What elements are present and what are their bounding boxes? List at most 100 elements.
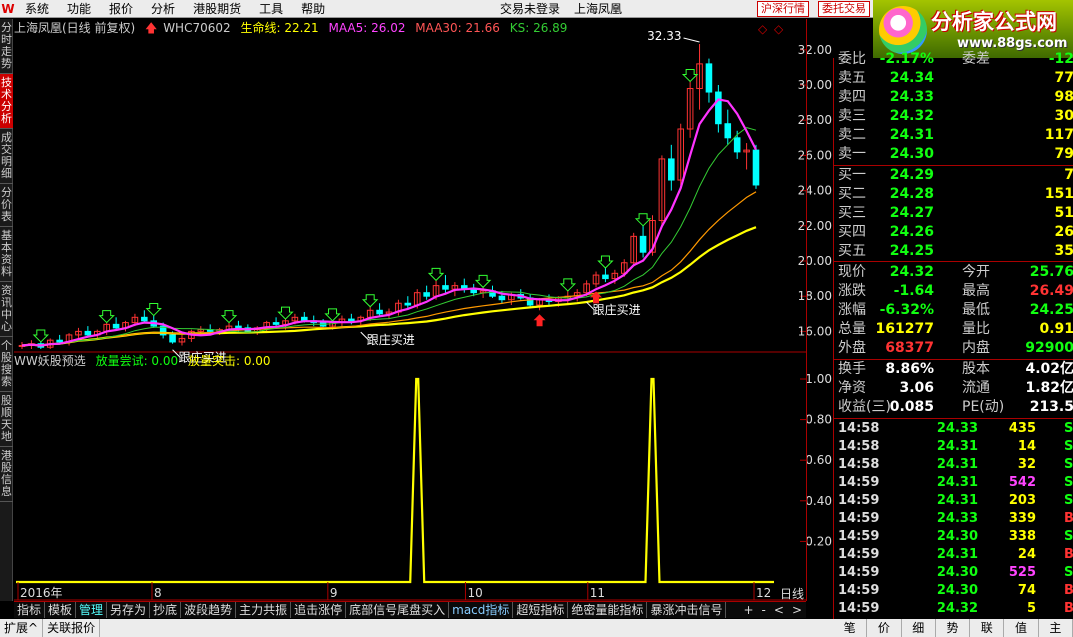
side-tab-price-table[interactable]: 分价表 bbox=[0, 184, 13, 227]
quote-tab-4[interactable]: 联 bbox=[970, 619, 1005, 637]
tab-indicator[interactable]: 指标 bbox=[14, 602, 46, 618]
tick-volume: 525 bbox=[1008, 565, 1036, 580]
period-label[interactable]: 日线 bbox=[780, 585, 804, 602]
menu-system[interactable]: 系统 bbox=[16, 0, 58, 18]
stat-l2: PE(动) bbox=[962, 399, 1005, 415]
tick-row[interactable]: 14:59 24.31 542 S bbox=[838, 474, 1073, 492]
tab-secret-volume[interactable]: 绝密量能指标 bbox=[568, 602, 648, 618]
indicator-name: WW妖股预选 bbox=[14, 354, 86, 368]
side-tab-stock-search[interactable]: 个股搜索 bbox=[0, 337, 13, 392]
menu-tools[interactable]: 工具 bbox=[250, 0, 292, 18]
sell-level-5[interactable]: 卖五 24.34 77 bbox=[838, 69, 1073, 88]
tick-volume: 339 bbox=[1008, 511, 1036, 526]
buy-level-5-volume: 35 bbox=[1054, 243, 1073, 259]
down-arrow-marker bbox=[277, 306, 294, 320]
quote-tab-0[interactable]: 笔 bbox=[833, 619, 868, 637]
tick-row[interactable]: 14:59 24.30 338 S bbox=[838, 528, 1073, 546]
linked-quote-button[interactable]: 关联报价 bbox=[43, 619, 101, 637]
menu-function[interactable]: 功能 bbox=[58, 0, 100, 18]
buy-level-1[interactable]: 买一 24.29 7 bbox=[838, 166, 1073, 185]
tab-wave-trend[interactable]: 波段趋势 bbox=[181, 602, 237, 618]
side-tab-hk-info[interactable]: 港股信息 bbox=[0, 447, 13, 502]
side-tab-trades[interactable]: 成交明细 bbox=[0, 129, 13, 184]
tab-macd[interactable]: macd指标 bbox=[449, 602, 514, 618]
price-tick-label: 16.00 bbox=[798, 324, 832, 338]
tick-row[interactable]: 14:59 24.30 525 S bbox=[838, 564, 1073, 582]
price-tick-label: 26.00 bbox=[798, 148, 832, 162]
signal-line bbox=[16, 377, 774, 584]
quote-tab-2[interactable]: 细 bbox=[902, 619, 936, 637]
tick-row[interactable]: 14:58 24.31 14 S bbox=[838, 438, 1073, 456]
tick-row[interactable]: 14:59 24.33 339 B bbox=[838, 510, 1073, 528]
tick-direction: S bbox=[1064, 457, 1073, 472]
tick-row[interactable]: 14:58 24.31 32 S bbox=[838, 456, 1073, 474]
tick-price: 24.31 bbox=[936, 439, 978, 454]
menu-hk-futures[interactable]: 港股期货 bbox=[184, 0, 250, 18]
sell-level-1-price: 24.30 bbox=[889, 146, 934, 162]
weibi-row: 委比 -2.17% 委差 -12 bbox=[838, 50, 1073, 69]
side-tab-minute-chart[interactable]: 分时走势 bbox=[0, 19, 13, 74]
stat-l2: 最低 bbox=[962, 302, 990, 318]
stat-v2: 0.91 bbox=[1039, 321, 1073, 337]
date-tick-label: 11 bbox=[590, 586, 605, 600]
buy-level-1-volume: 7 bbox=[1064, 167, 1073, 183]
sell-level-3[interactable]: 卖三 24.32 30 bbox=[838, 107, 1073, 126]
tab-ultra-short[interactable]: 超短指标 bbox=[513, 602, 569, 618]
candle-body bbox=[705, 63, 713, 93]
kline-chart[interactable]: 跟庄买进跟庄买进跟庄买进32.33 32.0030.0028.0026.0024… bbox=[14, 19, 834, 601]
sell-level-4[interactable]: 卖四 24.33 98 bbox=[838, 88, 1073, 107]
menu-analysis[interactable]: 分析 bbox=[142, 0, 184, 18]
signal-tick-label: 0.40 bbox=[805, 494, 832, 508]
tab-bottom-fishing[interactable]: 抄底 bbox=[150, 602, 182, 618]
tab-bottom-signal[interactable]: 底部信号尾盘买入 bbox=[346, 602, 450, 618]
sell-level-5-label: 卖五 bbox=[838, 70, 866, 86]
expand-button[interactable]: 扩展^ bbox=[0, 619, 44, 637]
sell-level-2[interactable]: 卖二 24.31 117 bbox=[838, 126, 1073, 145]
candle-body bbox=[423, 292, 430, 297]
sell-level-1[interactable]: 卖一 24.30 79 bbox=[838, 145, 1073, 164]
menu-quote[interactable]: 报价 bbox=[100, 0, 142, 18]
zoom-in-button[interactable]: + bbox=[739, 603, 757, 617]
tick-row[interactable]: 14:59 24.31 24 B bbox=[838, 546, 1073, 564]
scroll-right-button[interactable]: > bbox=[788, 603, 806, 617]
shhk-market-button[interactable]: 沪深行情 bbox=[757, 1, 809, 17]
tab-surge-signal[interactable]: 暴涨冲击信号 bbox=[647, 602, 727, 618]
tick-row[interactable]: 14:59 24.32 5 B bbox=[838, 600, 1073, 618]
quote-tab-1[interactable]: 价 bbox=[867, 619, 902, 637]
sell-level-3-price: 24.32 bbox=[889, 108, 934, 124]
tick-row[interactable]: 14:59 24.31 203 S bbox=[838, 492, 1073, 510]
trade-button[interactable]: 委托交易 bbox=[818, 1, 870, 17]
buy-level-5[interactable]: 买五 24.25 35 bbox=[838, 242, 1073, 261]
scroll-left-button[interactable]: < bbox=[770, 603, 788, 617]
tab-template[interactable]: 模板 bbox=[45, 602, 77, 618]
quote-tab-3[interactable]: 势 bbox=[936, 619, 971, 637]
buy-label-2: 跟庄买进 bbox=[367, 332, 415, 347]
tab-manage[interactable]: 管理 bbox=[76, 602, 108, 618]
buy-level-4[interactable]: 买四 24.26 26 bbox=[838, 223, 1073, 242]
side-tab-news[interactable]: 资讯中心 bbox=[0, 282, 13, 337]
tab-limit-chase[interactable]: 追击涨停 bbox=[291, 602, 347, 618]
tab-save-as[interactable]: 另存为 bbox=[107, 602, 151, 618]
tick-row[interactable]: 14:58 24.33 435 S bbox=[838, 420, 1073, 438]
weibi-value: -2.17% bbox=[879, 51, 934, 67]
zoom-out-button[interactable]: - bbox=[758, 603, 770, 617]
quote-tab-6[interactable]: 主 bbox=[1039, 619, 1073, 637]
tab-main-resonance[interactable]: 主力共振 bbox=[236, 602, 292, 618]
side-tab-technical[interactable]: 技术分析 bbox=[0, 74, 13, 129]
login-status[interactable]: 交易未登录 bbox=[500, 0, 560, 18]
menu-help[interactable]: 帮助 bbox=[292, 0, 334, 18]
side-tab-fundamentals[interactable]: 基本资料 bbox=[0, 227, 13, 282]
buy-level-2[interactable]: 买二 24.28 151 bbox=[838, 185, 1073, 204]
quote-tab-5[interactable]: 值 bbox=[1004, 619, 1039, 637]
sell-level-2-label: 卖二 bbox=[838, 127, 866, 143]
stat-row-6: 净资 3.06 流通 1.82亿 bbox=[838, 379, 1073, 398]
down-arrow-marker bbox=[681, 68, 699, 83]
side-tab-community[interactable]: 股顺天地 bbox=[0, 392, 13, 447]
tick-volume: 203 bbox=[1008, 493, 1036, 508]
tick-row[interactable]: 14:59 24.30 74 B bbox=[838, 582, 1073, 600]
buy-level-3[interactable]: 买三 24.27 51 bbox=[838, 204, 1073, 223]
tick-time: 14:59 bbox=[838, 547, 880, 562]
buy-level-2-volume: 151 bbox=[1044, 186, 1073, 202]
tick-time: 14:58 bbox=[838, 457, 880, 472]
tick-direction: B bbox=[1064, 601, 1073, 616]
